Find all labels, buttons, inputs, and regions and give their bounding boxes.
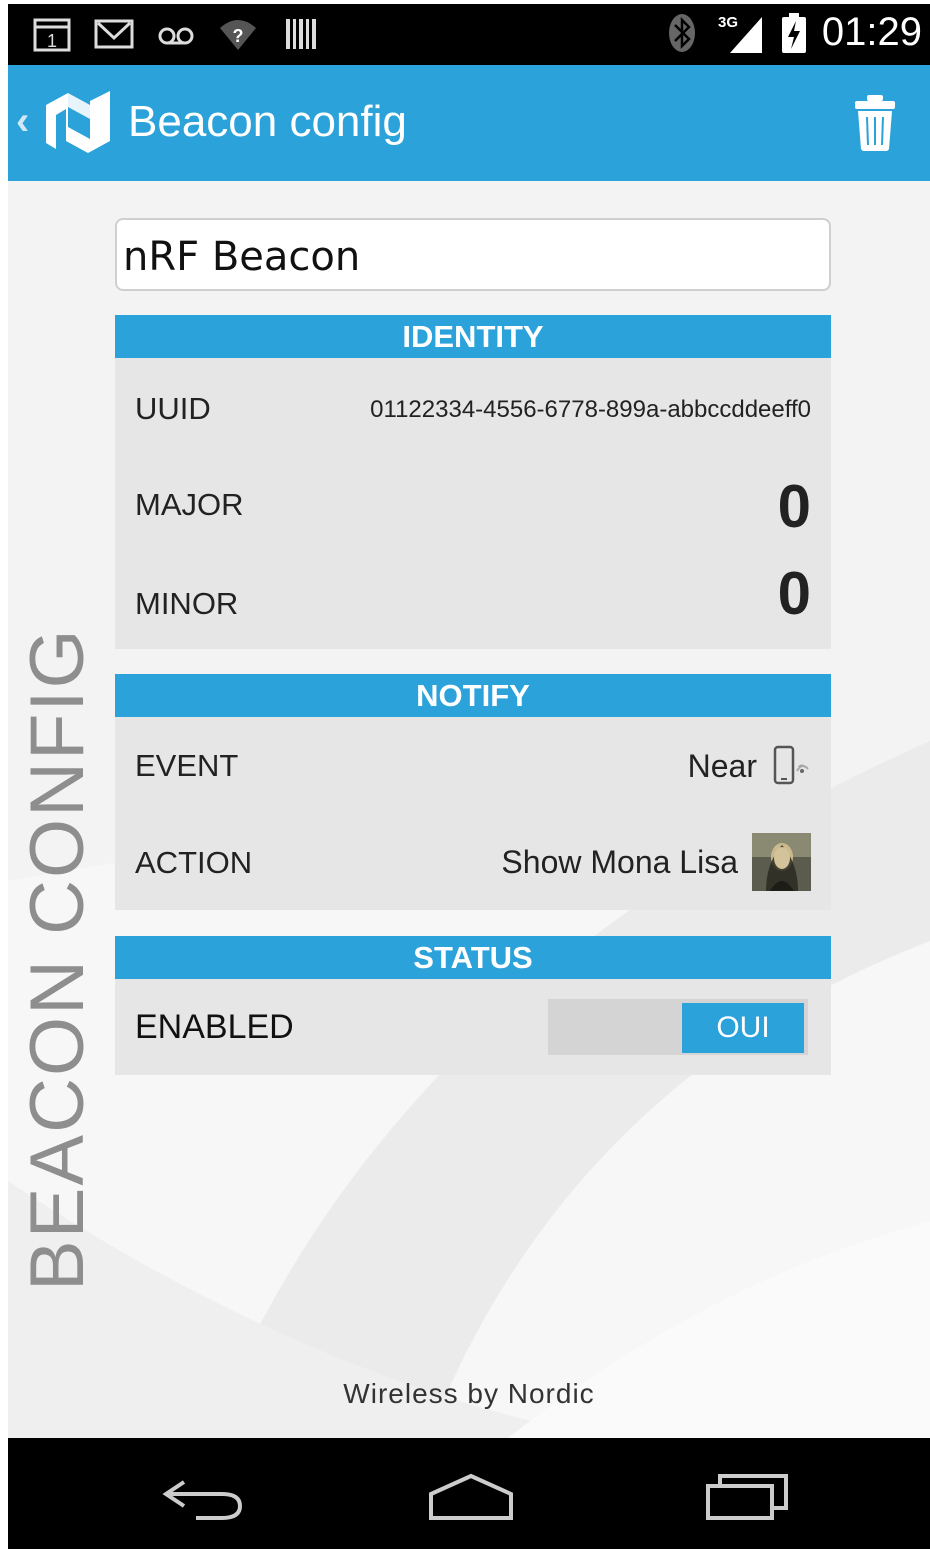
identity-header: IDENTITY (115, 315, 831, 358)
status-panel: ENABLED OUI (115, 979, 831, 1075)
voicemail-icon (156, 14, 196, 54)
beacon-config-content: BEACON CONFIG nRF Beacon IDENTITY UUID 0… (8, 181, 930, 1438)
battery-charging-icon (780, 12, 808, 53)
major-value[interactable]: 0 (778, 472, 811, 541)
minor-value[interactable]: 0 (778, 559, 811, 628)
mona-lisa-thumbnail (752, 833, 811, 891)
barcode-icon (280, 14, 320, 54)
bluetooth-icon (662, 13, 702, 53)
notify-header: NOTIFY (115, 674, 831, 717)
action-value: Show Mona Lisa (501, 843, 738, 880)
system-icons: 3G 01:29 (662, 10, 922, 55)
nav-back-icon[interactable] (156, 1468, 256, 1524)
calendar-day: 1 (47, 31, 57, 51)
status-bar: 1 ? 3G 01:29 (8, 4, 930, 65)
action-bar: ‹ Beacon config (8, 65, 930, 181)
notification-icons: 1 ? (32, 14, 320, 54)
svg-text:?: ? (233, 26, 244, 46)
signal-icon: 3G (716, 13, 766, 53)
notify-panel: EVENT Near ACTION Show Mona Lisa (115, 717, 831, 910)
beacon-name-field[interactable]: nRF Beacon (115, 218, 831, 291)
uuid-value[interactable]: 01122334-4556-6778-899a-abbccddeeff0 (370, 396, 811, 424)
identity-panel: UUID 01122334-4556-6778-899a-abbccddeeff… (115, 358, 831, 649)
action-label: ACTION (135, 845, 253, 880)
trash-icon[interactable] (852, 93, 898, 153)
network-type: 3G (718, 14, 738, 31)
nordic-logo-icon[interactable] (38, 89, 118, 155)
minor-label: MINOR (135, 586, 239, 621)
phone-near-icon (773, 745, 809, 785)
calendar-icon: 1 (32, 14, 72, 54)
nav-recents-icon[interactable] (696, 1468, 796, 1524)
nav-home-icon[interactable] (421, 1468, 521, 1524)
event-selector[interactable]: Near (688, 745, 811, 787)
uuid-label: UUID (135, 391, 211, 426)
event-value: Near (687, 747, 757, 784)
enabled-toggle[interactable]: OUI (548, 999, 808, 1055)
clock: 01:29 (821, 10, 922, 54)
wifi-unknown-icon: ? (218, 14, 258, 54)
side-label: BEACON CONFIG (15, 627, 100, 1291)
page-title: Beacon config (128, 97, 407, 146)
footer-tagline: Wireless by Nordic (343, 1378, 595, 1409)
major-label: MAJOR (135, 487, 244, 522)
chevron-left-icon[interactable]: ‹ (16, 99, 29, 144)
event-label: EVENT (135, 748, 239, 783)
enabled-label: ENABLED (135, 1008, 294, 1046)
action-selector[interactable]: Show Mona Lisa (501, 833, 811, 891)
gmail-icon (94, 14, 134, 54)
toggle-on-thumb: OUI (682, 1003, 804, 1053)
navigation-bar (8, 1438, 930, 1549)
status-header: STATUS (115, 936, 831, 979)
